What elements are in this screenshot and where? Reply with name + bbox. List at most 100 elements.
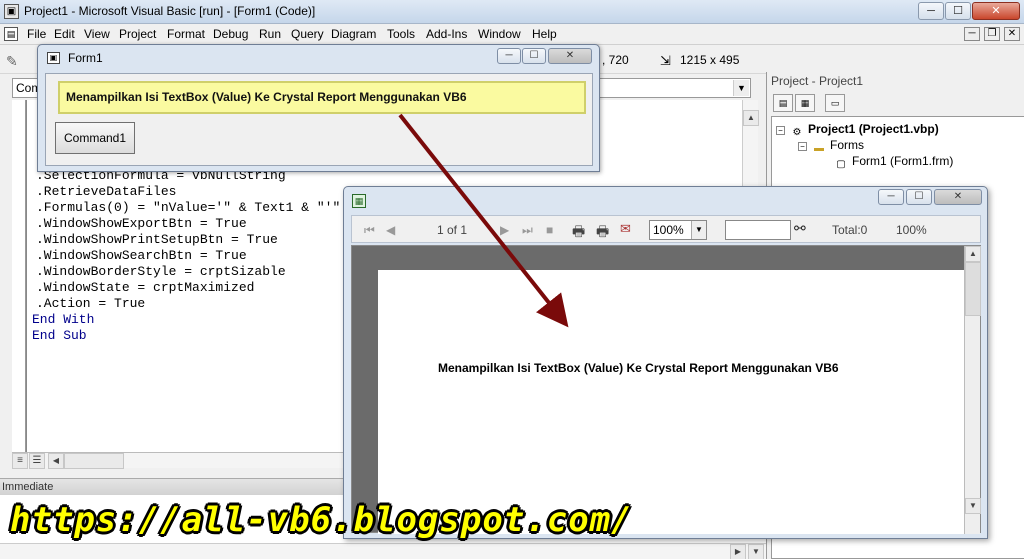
menu-add-ins[interactable]: Add-Ins bbox=[426, 27, 467, 41]
collapse-icon[interactable]: − bbox=[776, 126, 785, 135]
mdi-minimize-button[interactable]: ─ bbox=[964, 27, 980, 41]
scroll-right-icon[interactable]: ▶ bbox=[730, 544, 746, 559]
next-page-icon[interactable]: ▶ bbox=[500, 223, 509, 237]
tree-form1-node[interactable]: ▢ Form1 (Form1.frm) bbox=[834, 154, 953, 171]
tree-project-node[interactable]: ⚙ Project1 (Project1.vbp) bbox=[790, 122, 939, 139]
code-lines[interactable]: .SelectionFormula = vbNullString .Retriev… bbox=[32, 168, 341, 344]
report-vertical-scrollbar[interactable]: ▲ ▼ bbox=[964, 246, 981, 534]
printer-setup-icon[interactable]: 🖶 bbox=[596, 221, 609, 245]
menu-tools[interactable]: Tools bbox=[387, 27, 415, 41]
zoom-value: 100% bbox=[653, 223, 684, 237]
vb-app-icon[interactable]: ▣ bbox=[4, 4, 19, 19]
scroll-thumb[interactable] bbox=[965, 262, 981, 316]
code-line: .WindowShowExportBtn = True bbox=[36, 216, 247, 231]
menu-format[interactable]: Format bbox=[167, 27, 205, 41]
zoom-select[interactable]: 100% ▼ bbox=[649, 220, 707, 240]
code-line: .RetrieveDataFiles bbox=[36, 184, 177, 199]
form1-maximize-button[interactable]: ☐ bbox=[522, 48, 546, 64]
code-line: .WindowShowPrintSetupBtn = True bbox=[36, 232, 278, 247]
code-line: .WindowState = crptMaximized bbox=[36, 280, 255, 295]
report-minimize-button[interactable]: ─ bbox=[878, 189, 904, 205]
size-readout: 1215 x 495 bbox=[680, 53, 740, 67]
tree-forms-label: Forms bbox=[830, 138, 864, 152]
immediate-horizontal-scrollbar[interactable]: ▶ ▼ bbox=[0, 543, 766, 559]
watermark-url: https://all-vb6.blogspot.com/ bbox=[10, 500, 633, 540]
project-explorer-title: Project - Project1 bbox=[771, 74, 864, 88]
form1-close-button[interactable]: ✕ bbox=[548, 48, 592, 64]
view-code-icon[interactable]: ▤ bbox=[773, 94, 793, 112]
menu-run[interactable]: Run bbox=[259, 27, 281, 41]
scroll-down-icon[interactable]: ▼ bbox=[748, 544, 764, 559]
menu-file[interactable]: File bbox=[27, 27, 46, 41]
main-titlebar: ▣ Project1 - Microsoft Visual Basic [run… bbox=[0, 0, 1024, 24]
chevron-down-icon[interactable]: ▼ bbox=[733, 80, 749, 96]
code-window-icon[interactable]: ▤ bbox=[4, 27, 18, 41]
tree-forms-node[interactable]: ▬ Forms bbox=[812, 138, 864, 155]
form1-minimize-button[interactable]: ─ bbox=[497, 48, 521, 64]
scroll-up-icon[interactable]: ▲ bbox=[965, 246, 981, 262]
form1-client-area: Menampilkan Isi TextBox (Value) Ke Cryst… bbox=[45, 73, 593, 166]
menu-project[interactable]: Project bbox=[119, 27, 156, 41]
menu-query[interactable]: Query bbox=[291, 27, 324, 41]
previous-page-icon[interactable]: ◀ bbox=[386, 223, 395, 237]
close-button[interactable]: ✕ bbox=[972, 2, 1020, 20]
code-line: End With bbox=[32, 312, 95, 327]
report-maximize-button[interactable]: ☐ bbox=[906, 189, 932, 205]
procedure-view-icon[interactable]: ≡ bbox=[12, 453, 28, 469]
code-line: .WindowBorderStyle = crptSizable bbox=[36, 264, 286, 279]
menu-help[interactable]: Help bbox=[532, 27, 557, 41]
search-binoculars-icon[interactable]: ⚯ bbox=[794, 220, 806, 237]
page-indicator: 1 of 1 bbox=[437, 223, 468, 237]
form-icon: ▢ bbox=[836, 159, 846, 170]
code-line: .Formulas(0) = "nValue='" & Text1 & "'" bbox=[36, 200, 341, 215]
scroll-thumb[interactable] bbox=[64, 453, 124, 469]
toggle-folders-icon[interactable]: ▭ bbox=[825, 94, 845, 112]
mdi-close-button[interactable]: ✕ bbox=[1004, 27, 1020, 41]
object-combo[interactable]: Com bbox=[12, 78, 38, 98]
menu-window[interactable]: Window bbox=[478, 27, 521, 41]
report-body: Menampilkan Isi TextBox (Value) Ke Cryst… bbox=[351, 245, 981, 534]
view-object-icon[interactable]: ▦ bbox=[795, 94, 815, 112]
window-title: Project1 - Microsoft Visual Basic [run] … bbox=[24, 4, 316, 18]
crystal-report-window: ▦ ─ ☐ ✕ ⏮ ◀ 1 of 1 ▶ ⏭ ■ 🖶 🖶 ✉ 100% ▼ ⚯ T… bbox=[343, 186, 988, 539]
size-icon: ⇲ bbox=[660, 53, 671, 68]
full-module-view-icon[interactable]: ☰ bbox=[29, 453, 45, 469]
collapse-icon[interactable]: − bbox=[798, 142, 807, 151]
scroll-up-icon[interactable]: ▲ bbox=[743, 110, 759, 126]
total-label: Total:0 bbox=[832, 223, 868, 237]
menu-diagram[interactable]: Diagram bbox=[331, 27, 376, 41]
maximize-button[interactable]: ☐ bbox=[945, 2, 971, 20]
report-close-button[interactable]: ✕ bbox=[934, 189, 982, 205]
folder-icon: ▬ bbox=[814, 143, 824, 154]
menu-edit[interactable]: Edit bbox=[54, 27, 75, 41]
scroll-down-icon[interactable]: ▼ bbox=[965, 498, 981, 514]
scroll-left-icon[interactable]: ◀ bbox=[48, 453, 64, 469]
menu-view[interactable]: View bbox=[84, 27, 110, 41]
tree-project-label: Project1 (Project1.vbp) bbox=[808, 122, 939, 136]
print-icon[interactable]: 🖶 bbox=[572, 221, 585, 245]
mdi-restore-button[interactable]: ❐ bbox=[984, 27, 1000, 41]
report-value-text: Menampilkan Isi TextBox (Value) Ke Cryst… bbox=[438, 361, 839, 375]
code-line: .Action = True bbox=[36, 296, 146, 311]
command1-button[interactable]: Command1 bbox=[55, 122, 135, 154]
menu-debug[interactable]: Debug bbox=[213, 27, 248, 41]
procedure-combo[interactable]: ▼ bbox=[598, 78, 751, 98]
crystal-report-icon[interactable]: ▦ bbox=[352, 194, 366, 208]
project-icon: ⚙ bbox=[792, 127, 802, 138]
search-input[interactable] bbox=[725, 220, 791, 240]
first-page-icon[interactable]: ⏮ bbox=[364, 223, 375, 238]
text1-input[interactable]: Menampilkan Isi TextBox (Value) Ke Cryst… bbox=[58, 81, 586, 114]
form-icon[interactable]: ▣ bbox=[47, 52, 60, 64]
add-project-icon[interactable]: ✎ bbox=[6, 53, 18, 70]
form1-window: ▣ Form1 ─ ☐ ✕ Menampilkan Isi TextBox (V… bbox=[37, 44, 600, 172]
last-page-icon[interactable]: ⏭ bbox=[522, 223, 533, 238]
report-toolbar: ⏮ ◀ 1 of 1 ▶ ⏭ ■ 🖶 🖶 ✉ 100% ▼ ⚯ Total:0 1… bbox=[351, 215, 981, 243]
percent-label: 100% bbox=[896, 223, 927, 237]
stop-icon[interactable]: ■ bbox=[546, 223, 553, 237]
code-line: .WindowShowSearchBtn = True bbox=[36, 248, 247, 263]
form1-title: Form1 bbox=[68, 51, 103, 65]
export-icon[interactable]: ✉ bbox=[620, 221, 631, 237]
tree-form1-label: Form1 (Form1.frm) bbox=[852, 154, 954, 168]
chevron-down-icon[interactable]: ▼ bbox=[691, 221, 706, 239]
minimize-button[interactable]: ─ bbox=[918, 2, 944, 20]
